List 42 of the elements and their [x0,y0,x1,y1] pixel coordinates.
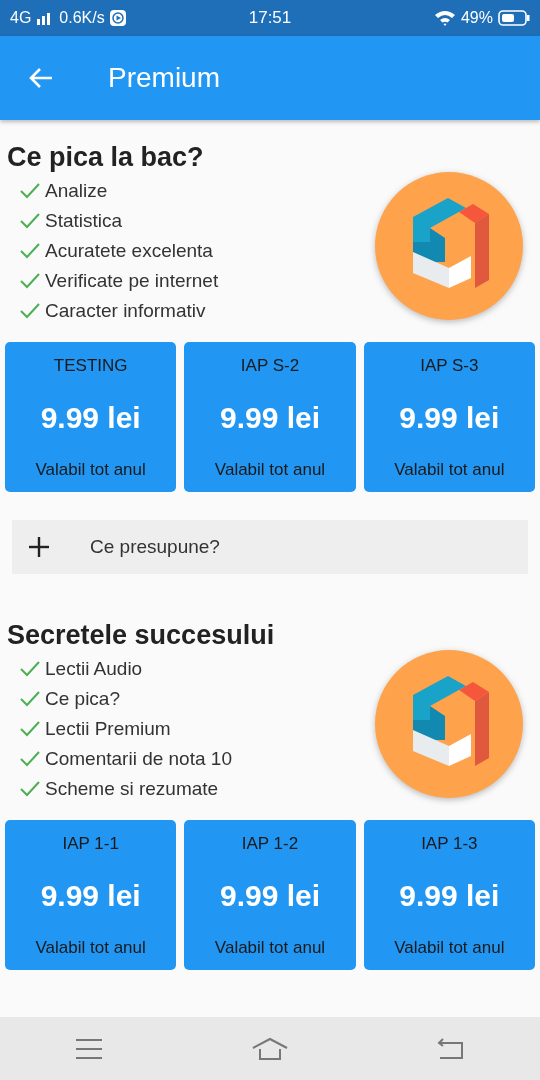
expand-row[interactable]: Ce presupune? [12,520,528,574]
feature-text: Comentarii de nota 10 [45,748,232,770]
wifi-icon [433,10,456,26]
plan-card[interactable]: IAP 1-2 9.99 lei Valabil tot anul [184,820,356,970]
section-title: Ce pica la bac? [7,141,205,174]
plan-card[interactable]: IAP S-3 9.99 lei Valabil tot anul [363,342,535,492]
cube-logo-icon [373,170,525,322]
battery-icon [498,10,530,26]
feature-text: Acuratete excelenta [45,240,213,262]
battery-percent: 49% [460,9,493,27]
feature-text: Lectii Premium [45,718,171,740]
check-icon [19,182,41,200]
feature-text: Lectii Audio [45,658,143,680]
feature-text: Scheme si rezumate [45,778,219,800]
page-title: Premium [108,62,220,94]
plan-card[interactable]: IAP 1-3 9.99 lei Valabil tot anul [363,820,535,970]
feature-text: Ce pica? [45,688,120,710]
back-icon[interactable] [437,1037,466,1060]
check-icon [19,690,41,708]
feature-text: Verificate pe internet [45,270,219,292]
check-icon [19,660,41,678]
play-icon [109,10,126,26]
cube-logo-icon [373,648,525,800]
feature-text: Analize [45,180,108,202]
menu-icon[interactable] [74,1037,103,1060]
feature-text: Caracter informativ [45,300,206,322]
clock: 17:51 [248,8,292,28]
home-icon[interactable] [252,1036,288,1061]
plan-card[interactable]: IAP S-2 9.99 lei Valabil tot anul [184,342,356,492]
network-speed: 0.6K/s [59,9,105,27]
section-title: Secretele succesului [7,619,275,652]
check-icon [19,720,41,738]
plan-card[interactable]: IAP 1-1 9.99 lei Valabil tot anul [5,820,177,970]
check-icon [19,750,41,768]
check-icon [19,242,41,260]
check-icon [19,780,41,798]
feature-text: Statistica [45,210,123,232]
check-icon [19,302,41,320]
check-icon [19,272,41,290]
check-icon [19,212,41,230]
network-type: 4G [10,9,32,27]
plan-card[interactable]: TESTING 9.99 lei Valabil tot anul [5,342,177,492]
